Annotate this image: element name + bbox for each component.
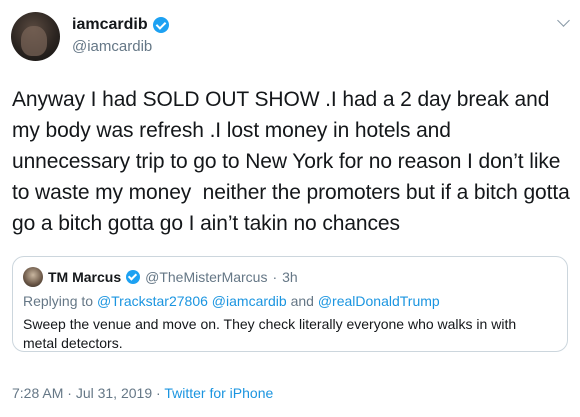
tweet-source-link[interactable]: Twitter for iPhone: [164, 385, 273, 401]
chevron-down-icon[interactable]: [557, 14, 570, 27]
tweet-time[interactable]: 7:28 AM: [12, 385, 63, 401]
tweet-card: iamcardib @iamcardib Anyway I had SOLD O…: [0, 0, 580, 417]
quoted-tweet-header: TM Marcus @TheMisterMarcus · 3h: [23, 267, 298, 287]
replying-to-line: Replying to @Trackstar27806 @iamcardib a…: [23, 293, 440, 309]
author-display-name[interactable]: iamcardib: [72, 16, 148, 34]
footer-separator: ·: [67, 385, 72, 401]
author-name-row[interactable]: iamcardib: [72, 16, 169, 34]
footer-separator: ·: [156, 385, 161, 401]
author-handle[interactable]: @iamcardib: [72, 38, 152, 55]
tweet-text: Anyway I had SOLD OUT SHOW .I had a 2 da…: [12, 88, 576, 235]
mention-link[interactable]: @realDonaldTrump: [318, 293, 440, 309]
verified-badge-icon: [152, 17, 169, 33]
tweet-footer: 7:28 AM · Jul 31, 2019 · Twitter for iPh…: [12, 385, 273, 401]
verified-badge-icon: [126, 270, 141, 284]
author-avatar[interactable]: [11, 12, 60, 61]
quoted-tweet[interactable]: TM Marcus @TheMisterMarcus · 3h Replying…: [12, 256, 568, 352]
quoted-time-ago[interactable]: 3h: [282, 269, 298, 285]
replying-to-label: Replying to: [23, 293, 97, 309]
mention-link[interactable]: @Trackstar27806: [97, 293, 208, 309]
quoted-author-avatar[interactable]: [23, 267, 43, 287]
quoted-author-handle[interactable]: @TheMisterMarcus: [145, 269, 267, 285]
mention-link[interactable]: @iamcardib: [212, 293, 287, 309]
quoted-author-name[interactable]: TM Marcus: [48, 269, 121, 285]
tweet-date[interactable]: Jul 31, 2019: [76, 385, 152, 401]
avatar-face-shape: [21, 26, 47, 56]
quoted-tweet-text: Sweep the venue and move on. They check …: [23, 316, 517, 351]
meta-separator: ·: [272, 269, 278, 285]
and-word: and: [290, 293, 314, 309]
